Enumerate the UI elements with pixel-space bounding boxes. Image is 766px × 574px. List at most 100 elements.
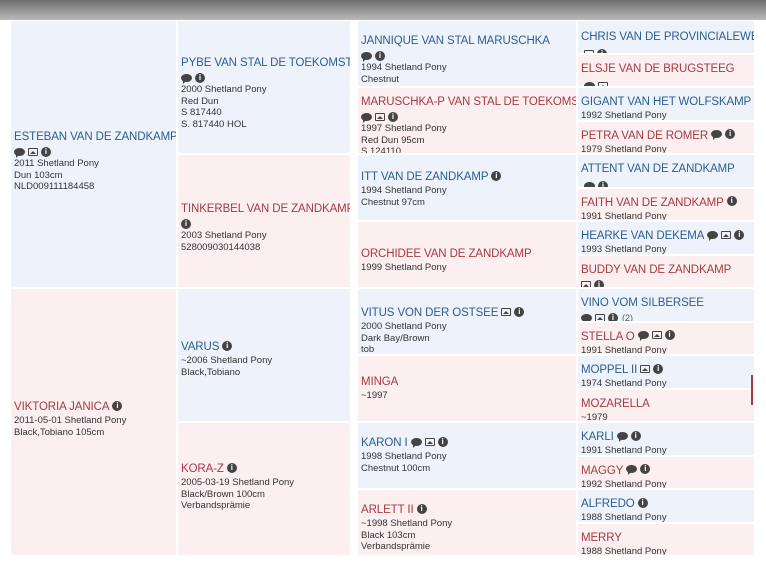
horse-name-link[interactable]: ELSJE VAN DE BRUGSTEEG bbox=[581, 63, 735, 75]
horse-action-icons: i bbox=[491, 170, 502, 181]
horse-name-link[interactable]: VITUS VON DER OSTSEE bbox=[361, 307, 498, 319]
gen4-horse-card: MERRY 1988 Shetland Pony bbox=[578, 523, 754, 555]
horse-action-icons: i bbox=[361, 51, 576, 62]
info-icon[interactable]: i bbox=[226, 462, 237, 473]
window-bottom-bar bbox=[0, 556, 766, 574]
chat-icon[interactable] bbox=[711, 130, 723, 141]
horse-action-icons: i bbox=[501, 306, 525, 317]
info-icon[interactable]: i bbox=[594, 279, 604, 287]
horse-name-link[interactable]: ORCHIDEE VAN DE ZANDKAMP bbox=[361, 248, 532, 260]
horse-name-link[interactable]: MAGGY bbox=[581, 465, 623, 477]
info-icon[interactable]: i bbox=[195, 73, 205, 83]
info-icon[interactable]: i bbox=[597, 48, 607, 53]
horse-name-link[interactable]: MINGA bbox=[361, 376, 398, 388]
horse-detail: Black,Tobiano bbox=[181, 366, 241, 378]
info-icon[interactable]: i bbox=[726, 196, 737, 207]
gen3-horse-card: ARLETT II i ~1998 Shetland Pony Black 103cm… bbox=[358, 490, 576, 555]
horse-name-link[interactable]: ATTENT VAN DE ZANDKAMP bbox=[581, 163, 735, 175]
info-icon[interactable]: i bbox=[388, 112, 398, 122]
info-icon[interactable]: i bbox=[437, 436, 448, 447]
chat-icon[interactable] bbox=[707, 230, 719, 241]
horse-name-link[interactable]: MOPPEL II bbox=[581, 364, 637, 376]
chat-icon[interactable] bbox=[181, 74, 192, 84]
horse-detail: Dun 103cm bbox=[14, 169, 63, 181]
horse-action-icons: i bbox=[14, 147, 176, 158]
photo-icon[interactable] bbox=[28, 148, 38, 156]
horse-detail: tob bbox=[361, 344, 375, 354]
info-icon[interactable]: i bbox=[598, 180, 608, 187]
info-icon[interactable]: i bbox=[514, 306, 525, 317]
info-icon[interactable]: i bbox=[653, 363, 664, 374]
horse-detail: Dark Bay/Brown bbox=[361, 332, 430, 344]
horse-name-link[interactable]: ITT VAN DE ZANDKAMP bbox=[361, 171, 488, 183]
photo-icon[interactable] bbox=[595, 314, 605, 321]
horse-name-link[interactable]: STELLA O bbox=[581, 331, 635, 343]
horse-name-link[interactable]: MOZARELLA bbox=[581, 398, 650, 410]
gen3-horse-card: JANNIQUE VAN STAL MARUSCHKA i 1994 Shetlan… bbox=[358, 21, 576, 86]
info-icon[interactable]: i bbox=[222, 340, 233, 351]
info-icon[interactable]: i bbox=[608, 313, 618, 321]
horse-detail: 1997 Shetland Pony bbox=[361, 123, 447, 134]
info-icon[interactable]: i bbox=[416, 503, 427, 514]
chat-icon[interactable] bbox=[581, 314, 592, 321]
chat-icon[interactable] bbox=[584, 81, 595, 86]
photo-icon[interactable] bbox=[501, 307, 512, 316]
horse-name-link[interactable]: PYBE VAN STAL DE TOEKOMST bbox=[181, 57, 350, 69]
horse-name-link[interactable]: JANNIQUE VAN STAL MARUSCHKA bbox=[361, 35, 550, 47]
horse-name-link[interactable]: VINO VOM SILBERSEE bbox=[581, 297, 704, 309]
horse-name-link[interactable]: MERRY bbox=[581, 532, 622, 544]
photo-icon[interactable] bbox=[375, 113, 385, 121]
chat-icon[interactable] bbox=[410, 437, 422, 448]
info-icon[interactable]: i bbox=[491, 170, 502, 181]
chat-icon[interactable] bbox=[361, 52, 372, 62]
horse-name-link[interactable]: TINKERBEL VAN DE ZANDKAMP bbox=[181, 203, 350, 215]
horse-name-link[interactable]: CHRIS VAN DE PROVINCIALEWEG bbox=[581, 31, 754, 43]
photo-icon[interactable] bbox=[721, 230, 732, 239]
chat-icon[interactable] bbox=[14, 148, 25, 158]
horse-name-link[interactable]: VARUS bbox=[181, 341, 219, 353]
chat-icon[interactable] bbox=[637, 331, 649, 342]
chat-icon[interactable] bbox=[584, 181, 595, 187]
info-icon[interactable]: i bbox=[640, 464, 651, 475]
horse-name-link[interactable]: KORA-Z bbox=[181, 463, 224, 475]
chat-icon[interactable] bbox=[616, 431, 628, 442]
photo-icon[interactable] bbox=[581, 280, 591, 287]
horse-name-link[interactable]: GIGANT VAN HET WOLFSKAMP bbox=[581, 96, 751, 108]
horse-name-link[interactable]: ESTEBAN VAN DE ZANDKAMP bbox=[14, 131, 176, 143]
horse-name-link[interactable]: MARUSCHKA-P VAN STAL DE TOEKOMST bbox=[361, 96, 576, 108]
info-icon[interactable]: i bbox=[375, 51, 385, 61]
info-icon[interactable]: i bbox=[112, 400, 123, 411]
horse-detail: 1999 Shetland Pony bbox=[361, 262, 447, 273]
horse-name-link[interactable]: BUDDY VAN DE ZANDKAMP bbox=[581, 264, 731, 276]
horse-detail: 2011-05-01 Shetland Pony bbox=[14, 415, 127, 426]
horse-detail: S 817440 bbox=[181, 107, 222, 118]
horse-name-link[interactable]: KARON I bbox=[361, 437, 408, 449]
info-icon[interactable]: i bbox=[41, 147, 51, 157]
horse-name-link[interactable]: ALFREDO bbox=[581, 498, 635, 510]
info-icon[interactable]: i bbox=[664, 330, 675, 341]
photo-icon[interactable] bbox=[598, 81, 608, 86]
gen1-horse-card: VIKTORIA JANICA i 2011-05-01 Shetland Pony… bbox=[11, 289, 176, 555]
horse-name-link[interactable]: ARLETT II bbox=[361, 504, 414, 516]
photo-icon[interactable] bbox=[584, 49, 594, 53]
info-icon[interactable]: i bbox=[637, 497, 648, 508]
horse-name-link[interactable]: FAITH VAN DE ZANDKAMP bbox=[581, 197, 724, 209]
horse-name-link[interactable]: VIKTORIA JANICA bbox=[14, 401, 110, 413]
chat-icon[interactable] bbox=[361, 113, 372, 123]
info-icon[interactable]: i bbox=[725, 129, 736, 140]
horse-detail: 1994 Shetland Pony bbox=[361, 62, 447, 73]
photo-icon[interactable] bbox=[651, 331, 662, 340]
horse-name-link[interactable]: KARLI bbox=[581, 431, 614, 443]
info-icon[interactable]: i bbox=[181, 219, 191, 229]
info-icon[interactable]: i bbox=[630, 430, 641, 441]
horse-detail: ~2006 Shetland Pony bbox=[181, 355, 273, 366]
horse-detail: ~1997 bbox=[361, 390, 388, 401]
horse-name-link[interactable]: HEARKE VAN DEKEMA bbox=[581, 230, 704, 242]
photo-icon[interactable] bbox=[424, 437, 435, 446]
chat-icon[interactable] bbox=[626, 465, 638, 476]
photo-icon[interactable] bbox=[640, 364, 651, 373]
gen4-horse-card: GIGANT VAN HET WOLFSKAMP 1992 Shetland Po… bbox=[578, 88, 754, 120]
info-icon[interactable]: i bbox=[734, 229, 745, 240]
gen4-horse-card: MAGGY i 1992 Shetland Pony bbox=[578, 456, 754, 488]
horse-name-link[interactable]: PETRA VAN DE ROMER bbox=[581, 130, 708, 142]
